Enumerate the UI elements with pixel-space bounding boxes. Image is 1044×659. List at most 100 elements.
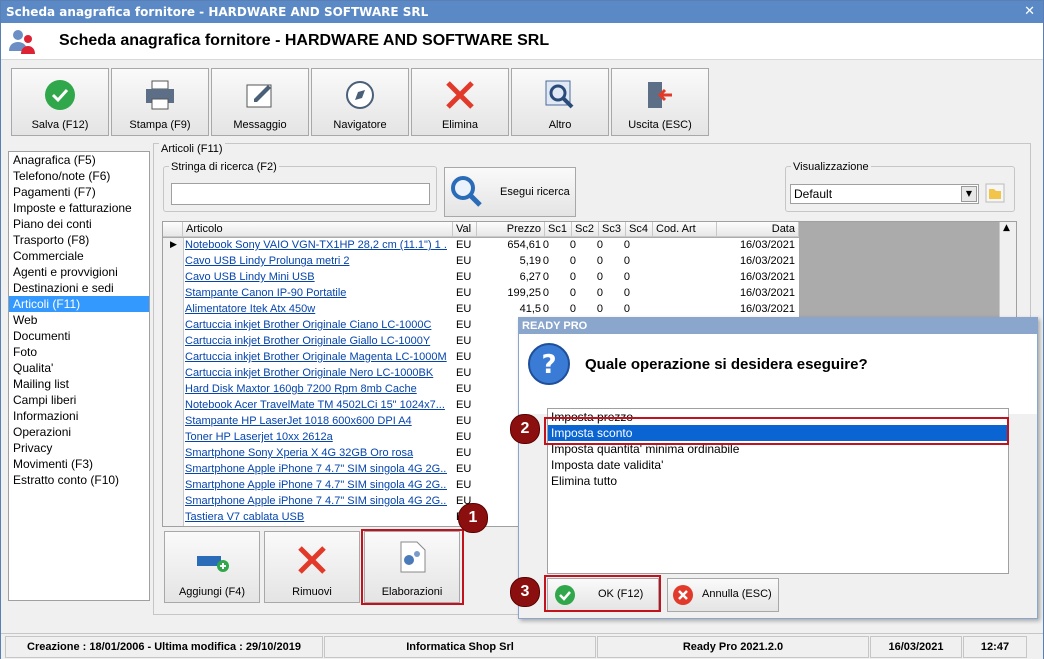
col-data[interactable]: Data: [717, 222, 799, 237]
row-selector[interactable]: [163, 318, 184, 334]
option-imposta-date[interactable]: Imposta date validita': [548, 457, 1008, 473]
cell-articolo[interactable]: Cartuccia inkjet Brother Originale Nero …: [185, 367, 447, 379]
nav-item-qualita[interactable]: Qualita': [9, 360, 149, 376]
row-selector[interactable]: [163, 510, 184, 526]
chevron-down-icon[interactable]: ▼: [961, 186, 977, 202]
cell-articolo[interactable]: Cartuccia inkjet Brother Originale Magen…: [185, 351, 447, 363]
cell-articolo[interactable]: Smartphone Apple iPhone 7 4.7" SIM singo…: [185, 495, 447, 507]
row-selector[interactable]: [163, 382, 184, 398]
cell-articolo[interactable]: Cavo USB Lindy Mini USB: [185, 271, 447, 283]
nav-item-trasporto[interactable]: Trasporto (F8): [9, 232, 149, 248]
nav-item-web[interactable]: Web: [9, 312, 149, 328]
row-selector[interactable]: ▶: [163, 238, 184, 254]
row-selector[interactable]: [163, 462, 184, 478]
navigator-label: Navigatore: [333, 119, 387, 131]
cell-articolo[interactable]: Notebook Acer TravelMate TM 4502LCi 15" …: [185, 399, 447, 411]
nav-item-pagamenti[interactable]: Pagamenti (F7): [9, 184, 149, 200]
nav-item-destinazioni[interactable]: Destinazioni e sedi: [9, 280, 149, 296]
nav-item-privacy[interactable]: Privacy: [9, 440, 149, 456]
highlight-box-ok: [544, 575, 661, 612]
cell-articolo[interactable]: Stampante HP LaserJet 1018 600x600 DPI A…: [185, 415, 447, 427]
col-sc2[interactable]: Sc2: [572, 222, 599, 237]
row-selector[interactable]: [163, 398, 184, 414]
row-selector[interactable]: [163, 446, 184, 462]
message-button[interactable]: Messaggio: [211, 68, 309, 136]
col-sc1[interactable]: Sc1: [545, 222, 572, 237]
view-select[interactable]: Default ▼: [790, 184, 979, 204]
nav-item-piano-conti[interactable]: Piano dei conti: [9, 216, 149, 232]
cell-sc4: 0: [623, 271, 630, 283]
table-row[interactable]: ▶ Notebook Sony VAIO VGN-TX1HP 28,2 cm (1…: [163, 238, 799, 255]
nav-item-anagrafica[interactable]: Anagrafica (F5): [9, 152, 149, 168]
question-icon: ?: [528, 343, 570, 385]
cell-articolo[interactable]: Smartphone Apple iPhone 7 4.7" SIM singo…: [185, 479, 447, 491]
nav-item-telefono[interactable]: Telefono/note (F6): [9, 168, 149, 184]
cell-val: EU: [456, 271, 472, 283]
col-sc4[interactable]: Sc4: [626, 222, 653, 237]
cell-articolo[interactable]: Alimentatore Itek Atx 450w: [185, 303, 447, 315]
print-button[interactable]: Stampa (F9): [111, 68, 209, 136]
navigator-button[interactable]: Navigatore: [311, 68, 409, 136]
nav-item-articoli[interactable]: Articoli (F11): [9, 296, 149, 312]
row-selector[interactable]: [163, 286, 184, 302]
row-selector[interactable]: [163, 302, 184, 318]
delete-button[interactable]: Elimina: [411, 68, 509, 136]
remove-button[interactable]: Rimuovi: [264, 531, 360, 603]
nav-item-commerciale[interactable]: Commerciale: [9, 248, 149, 264]
col-articolo[interactable]: Articolo: [183, 222, 453, 237]
nav-item-operazioni[interactable]: Operazioni: [9, 424, 149, 440]
folder-icon[interactable]: [985, 183, 1005, 203]
cell-articolo[interactable]: Cavo USB Lindy Prolunga metri 2: [185, 255, 447, 267]
row-selector[interactable]: [163, 414, 184, 430]
close-icon[interactable]: ✕: [1024, 4, 1035, 19]
nav-item-agenti[interactable]: Agenti e provvigioni: [9, 264, 149, 280]
col-val[interactable]: Val: [453, 222, 477, 237]
cell-articolo[interactable]: Tastiera V7 cablata USB: [185, 511, 447, 523]
add-button[interactable]: Aggiungi (F4): [164, 531, 260, 603]
nav-item-campi-liberi[interactable]: Campi liberi: [9, 392, 149, 408]
row-selector[interactable]: [163, 478, 184, 494]
cancel-button[interactable]: Annulla (ESC): [667, 578, 779, 612]
cell-articolo[interactable]: Smartphone Sony Xperia X 4G 32GB Oro ros…: [185, 447, 447, 459]
nav-item-informazioni[interactable]: Informazioni: [9, 408, 149, 424]
nav-item-estratto-conto[interactable]: Estratto conto (F10): [9, 472, 149, 488]
nav-item-movimenti[interactable]: Movimenti (F3): [9, 456, 149, 472]
print-label: Stampa (F9): [129, 119, 191, 131]
cell-articolo[interactable]: Stampante Canon IP-90 Portatile: [185, 287, 447, 299]
cell-articolo[interactable]: Toner HP Laserjet 10xx 2612a: [185, 431, 447, 443]
nav-item-documenti[interactable]: Documenti: [9, 328, 149, 344]
row-selector[interactable]: [163, 270, 184, 286]
save-button[interactable]: Salva (F12): [11, 68, 109, 136]
scroll-up-icon[interactable]: ▲: [1003, 223, 1010, 233]
row-selector[interactable]: [163, 334, 184, 350]
table-row[interactable]: Cavo USB Lindy Prolunga metri 2 EU 5,19 0 0 0…: [163, 254, 799, 271]
cell-val: EU: [456, 367, 472, 379]
col-cod-art[interactable]: Cod. Art: [653, 222, 717, 237]
cell-articolo[interactable]: Hard Disk Maxtor 160gb 7200 Rpm 8mb Cach…: [185, 383, 447, 395]
cell-articolo[interactable]: Smartphone Apple iPhone 7 4.7" SIM singo…: [185, 463, 447, 475]
col-sc3[interactable]: Sc3: [599, 222, 626, 237]
exit-button[interactable]: Uscita (ESC): [611, 68, 709, 136]
search-button[interactable]: Esegui ricerca: [444, 167, 576, 217]
option-elimina-tutto[interactable]: Elimina tutto: [548, 473, 1008, 489]
nav-item-foto[interactable]: Foto: [9, 344, 149, 360]
cell-val: EU: [456, 335, 472, 347]
row-selector[interactable]: [163, 350, 184, 366]
cell-articolo[interactable]: Notebook Sony VAIO VGN-TX1HP 28,2 cm (11…: [185, 239, 447, 251]
cell-val: EU: [456, 415, 472, 427]
row-selector[interactable]: [163, 254, 184, 270]
more-button[interactable]: Altro: [511, 68, 609, 136]
nav-item-mailing[interactable]: Mailing list: [9, 376, 149, 392]
status-dates: Creazione : 18/01/2006 - Ultima modifica…: [5, 636, 323, 658]
table-row[interactable]: Stampante Canon IP-90 Portatile EU 199,25 0…: [163, 286, 799, 303]
table-row[interactable]: Cavo USB Lindy Mini USB EU 6,27 0 0 0 0 16/03/2…: [163, 270, 799, 287]
cell-sc2: 0: [569, 303, 576, 315]
row-selector[interactable]: [163, 494, 184, 510]
row-selector[interactable]: [163, 366, 184, 382]
search-input[interactable]: [171, 183, 430, 205]
row-selector[interactable]: [163, 430, 184, 446]
col-prezzo[interactable]: Prezzo: [477, 222, 545, 237]
cell-articolo[interactable]: Cartuccia inkjet Brother Originale Giall…: [185, 335, 447, 347]
cell-articolo[interactable]: Cartuccia inkjet Brother Originale Ciano…: [185, 319, 447, 331]
nav-item-imposte[interactable]: Imposte e fatturazione: [9, 200, 149, 216]
